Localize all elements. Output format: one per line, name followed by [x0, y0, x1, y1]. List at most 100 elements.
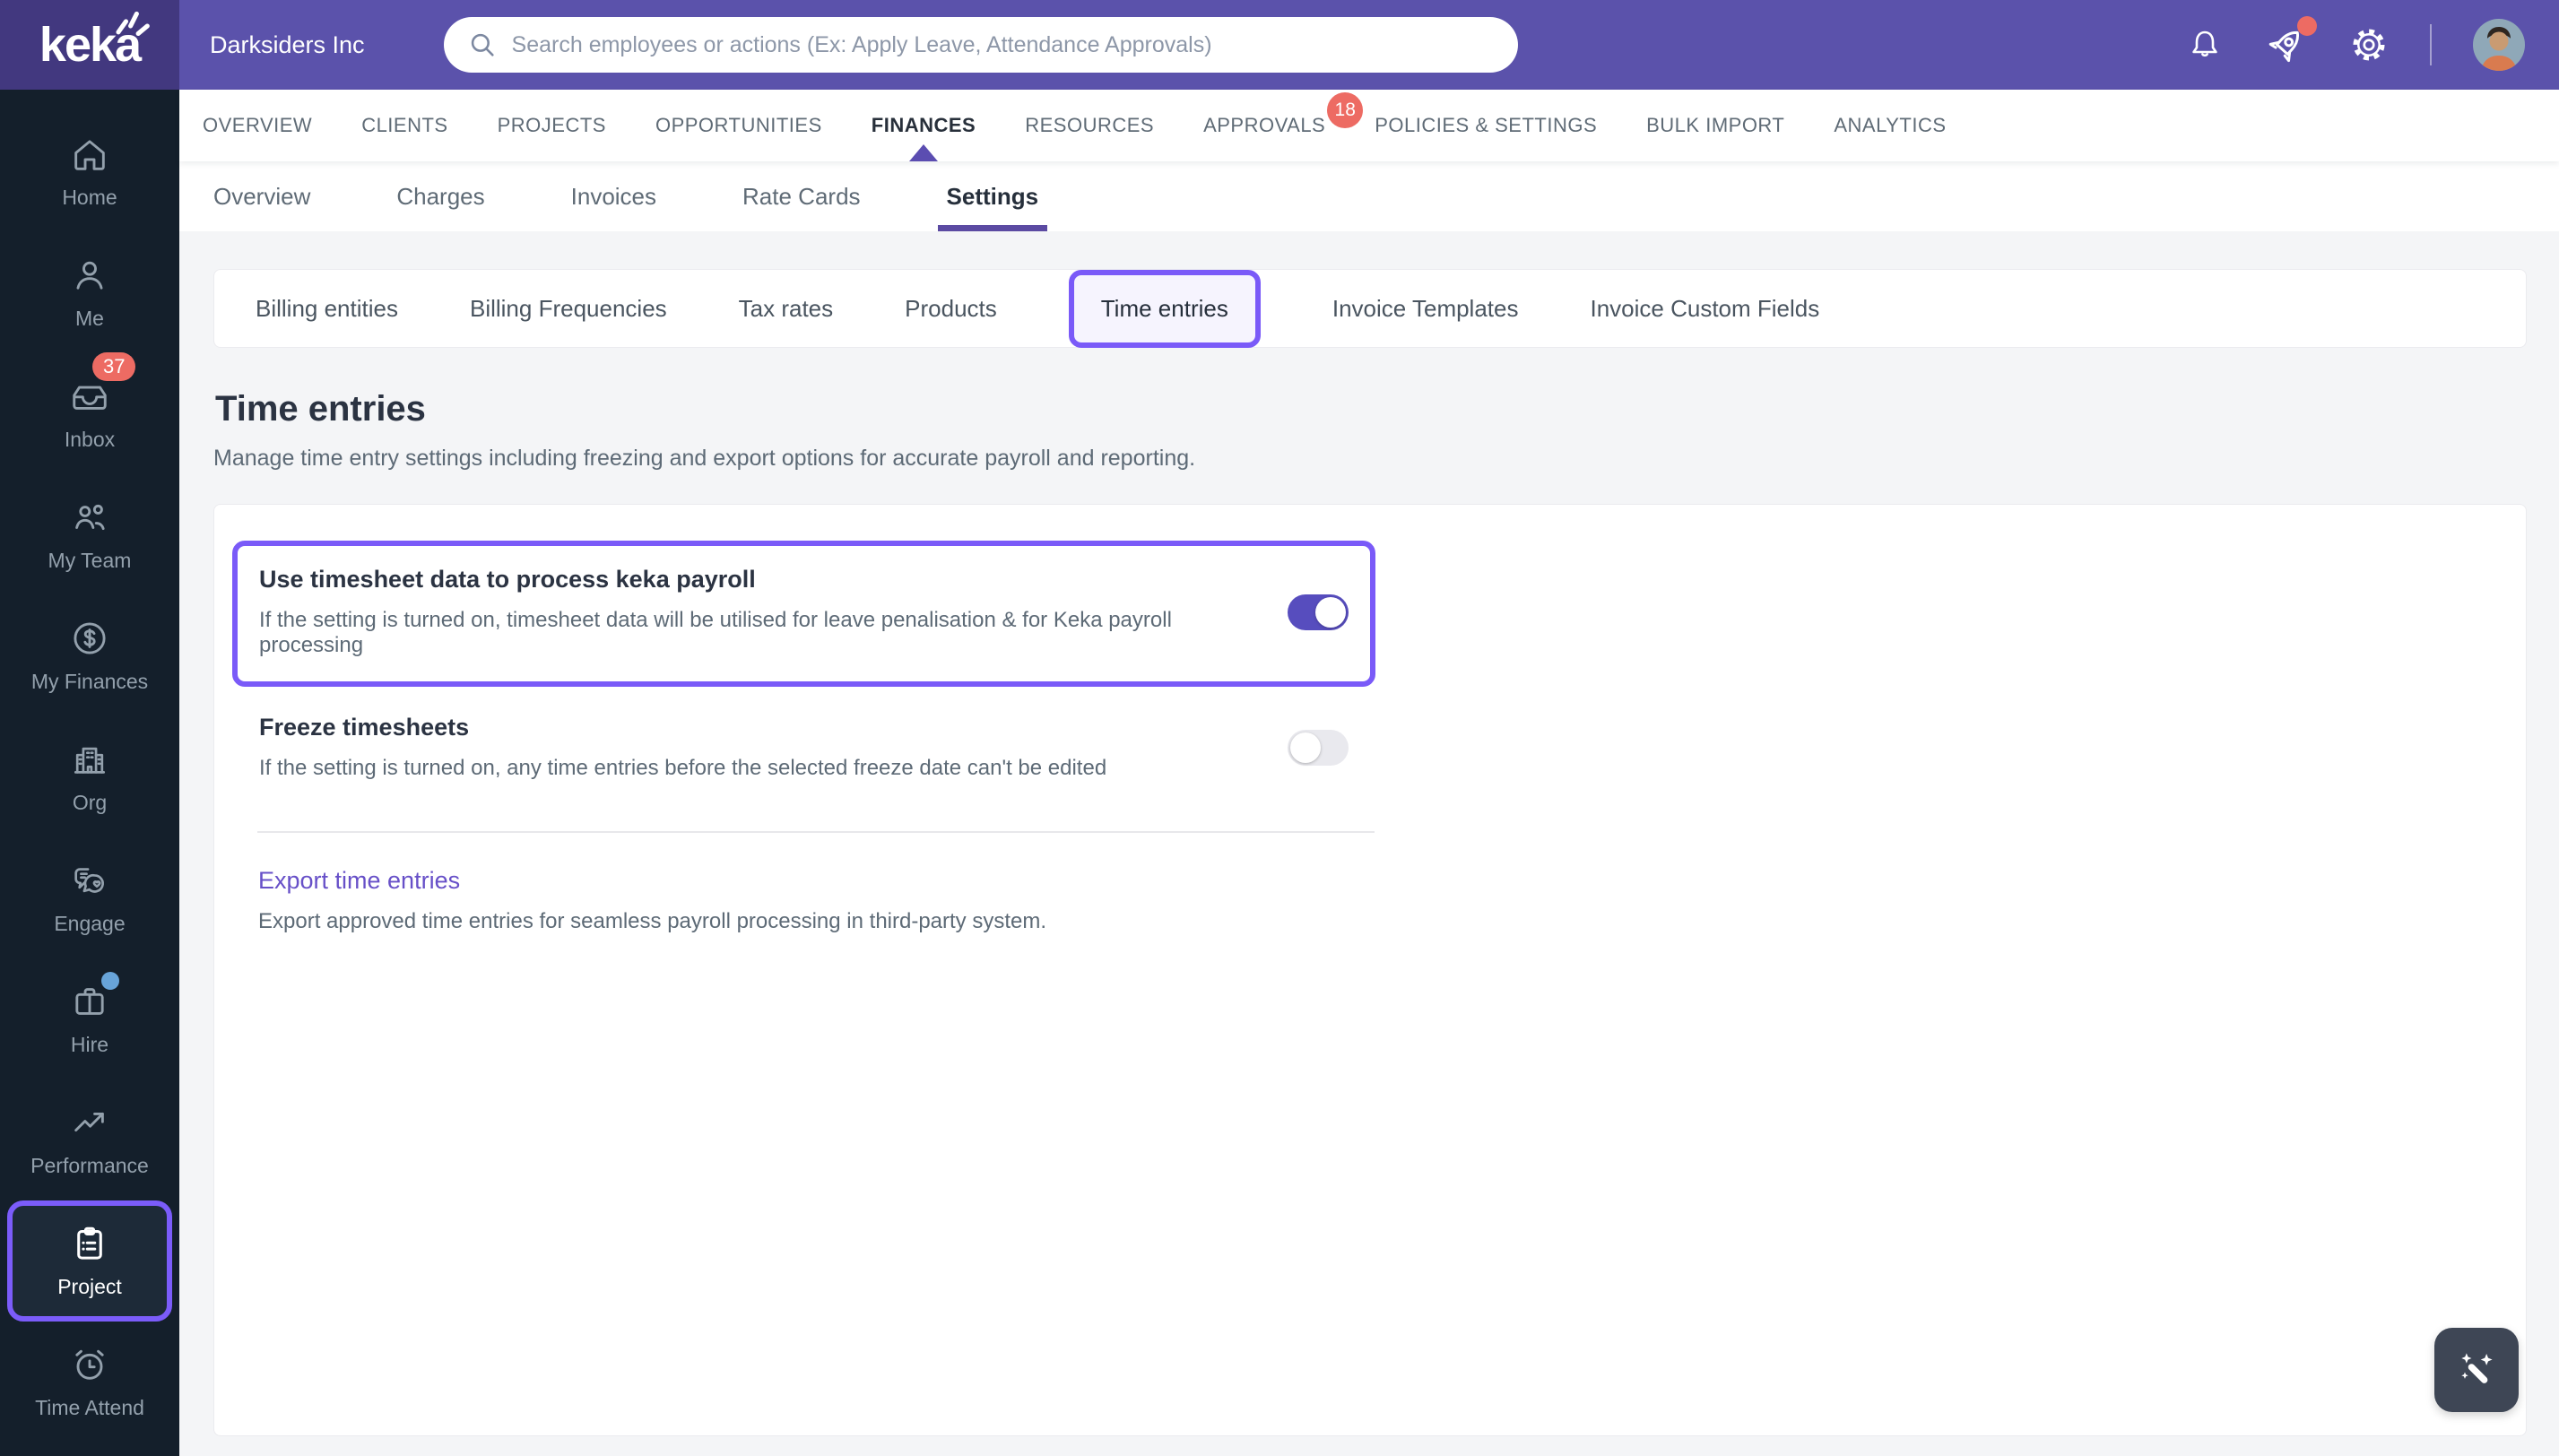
nav-projects[interactable]: PROJECTS	[498, 90, 606, 161]
tab-invoice-custom-fields[interactable]: Invoice Custom Fields	[1590, 295, 1819, 323]
subnav-invoices[interactable]: Invoices	[571, 161, 656, 231]
nav-overview[interactable]: OVERVIEW	[203, 90, 312, 161]
sidebar-nav: Home Me 37 Inbox My Team My Finances Org…	[0, 90, 179, 1456]
gear-icon	[2353, 29, 2385, 61]
use-timesheet-toggle[interactable]	[1288, 594, 1349, 630]
setting-text: Use timesheet data to process keka payro…	[259, 566, 1261, 658]
setting-use-timesheet-payroll: Use timesheet data to process keka payro…	[232, 541, 1375, 687]
nav-clients[interactable]: CLIENTS	[361, 90, 447, 161]
magic-wand-icon	[2461, 1353, 2493, 1383]
sidebar-item-label: Home	[62, 186, 117, 209]
main-column: Darksiders Inc Search employees or actio…	[179, 0, 2559, 1456]
nav-approvals[interactable]: APPROVALS 18	[1203, 90, 1364, 161]
sidebar-item-engage[interactable]: Engage	[0, 837, 179, 958]
nav-resources[interactable]: RESOURCES	[1025, 90, 1154, 161]
inbox-icon: 37	[69, 352, 136, 417]
home-icon	[69, 134, 110, 175]
time-entries-settings-card: Use timesheet data to process keka payro…	[213, 504, 2527, 1436]
sidebar-item-label: My Team	[48, 549, 132, 572]
rocket-alert-dot	[2297, 16, 2317, 36]
sidebar-item-label: Project	[57, 1275, 122, 1298]
engage-chat-icon	[69, 860, 110, 901]
tab-invoice-templates[interactable]: Invoice Templates	[1332, 295, 1519, 323]
nav-bulk-import[interactable]: BULK IMPORT	[1646, 90, 1784, 161]
content-area: Billing entities Billing Frequencies Tax…	[179, 231, 2559, 1456]
nav-analytics[interactable]: ANALYTICS	[1834, 90, 1946, 161]
tab-billing-entities[interactable]: Billing entities	[256, 295, 398, 323]
page-subtitle: Manage time entry settings including fre…	[213, 446, 1196, 471]
settings-tabs-bar: Billing entities Billing Frequencies Tax…	[213, 269, 2527, 348]
setting-description: If the setting is turned on, timesheet d…	[259, 608, 1172, 657]
nav-finances[interactable]: FINANCES	[872, 90, 976, 161]
subnav-charges[interactable]: Charges	[396, 161, 484, 231]
tab-tax-rates[interactable]: Tax rates	[739, 295, 834, 323]
sidebar-item-hire[interactable]: Hire	[0, 958, 179, 1079]
section-divider	[257, 831, 1375, 833]
sidebar-item-project[interactable]: Project	[7, 1200, 172, 1322]
subnav-overview[interactable]: Overview	[213, 161, 310, 231]
sidebar: keka Home Me 37 Inbox My Team My Finance…	[0, 0, 179, 1456]
building-icon	[69, 739, 110, 780]
keka-app-window: keka Home Me 37 Inbox My Team My Finance…	[0, 0, 2559, 1456]
person-icon	[69, 255, 110, 296]
sidebar-item-org[interactable]: Org	[0, 716, 179, 837]
sidebar-item-label: Inbox	[64, 428, 116, 451]
sidebar-item-label: My Finances	[30, 670, 149, 693]
dollar-circle-icon	[69, 618, 110, 659]
main-nav: OVERVIEW CLIENTS PROJECTS OPPORTUNITIES …	[179, 90, 2559, 161]
export-description: Export approved time entries for seamles…	[258, 909, 1047, 933]
finances-sub-nav: Overview Charges Invoices Rate Cards Set…	[179, 161, 2559, 231]
sidebar-item-me[interactable]: Me	[0, 232, 179, 353]
setting-freeze-timesheets: Freeze timesheets If the setting is turn…	[232, 687, 1375, 804]
logo-spark-icon	[116, 11, 150, 37]
whats-new-button[interactable]	[2265, 16, 2317, 66]
sidebar-item-performance[interactable]: Performance	[0, 1079, 179, 1200]
sidebar-item-my-finances[interactable]: My Finances	[0, 595, 179, 716]
approvals-count-badge: 18	[1327, 92, 1364, 128]
global-search[interactable]	[443, 17, 1518, 73]
search-input[interactable]	[511, 31, 1495, 58]
topbar-divider	[2430, 24, 2432, 65]
notifications-button[interactable]	[2186, 26, 2224, 64]
sidebar-item-label: Engage	[54, 912, 126, 935]
sidebar-item-label: Org	[72, 791, 108, 814]
settings-button[interactable]	[2349, 25, 2389, 65]
tab-products[interactable]: Products	[905, 295, 997, 323]
setting-title: Freeze timesheets	[259, 714, 470, 741]
sidebar-item-label: Performance	[30, 1154, 149, 1177]
nav-approvals-label: APPROVALS	[1203, 114, 1326, 136]
ai-assistant-button[interactable]	[2434, 1328, 2519, 1412]
sidebar-item-time-attend[interactable]: Time Attend	[0, 1322, 179, 1443]
clipboard-icon	[69, 1223, 110, 1264]
sidebar-item-label: Time Attend	[35, 1396, 144, 1419]
company-name: Darksiders Inc	[210, 30, 365, 58]
subnav-rate-cards[interactable]: Rate Cards	[742, 161, 861, 231]
avatar[interactable]	[2473, 19, 2525, 71]
page-title: Time entries	[215, 389, 426, 429]
keka-logo[interactable]: keka	[0, 0, 179, 90]
setting-description: If the setting is turned on, any time en…	[259, 756, 1107, 780]
briefcase-icon	[69, 972, 119, 1022]
setting-text: Freeze timesheets If the setting is turn…	[259, 714, 1106, 781]
hire-notification-dot	[101, 972, 119, 990]
nav-opportunities[interactable]: OPPORTUNITIES	[655, 90, 822, 161]
freeze-timesheets-toggle[interactable]	[1288, 729, 1349, 766]
alarm-clock-icon	[69, 1344, 110, 1385]
tab-billing-frequencies[interactable]: Billing Frequencies	[470, 295, 667, 323]
sidebar-item-label: Me	[75, 307, 104, 330]
bell-icon	[2192, 30, 2217, 57]
setting-title: Use timesheet data to process keka payro…	[259, 566, 756, 593]
inbox-count-badge: 37	[92, 352, 136, 381]
sidebar-item-inbox[interactable]: 37 Inbox	[0, 352, 179, 474]
sidebar-item-my-team[interactable]: My Team	[0, 474, 179, 595]
subnav-settings[interactable]: Settings	[937, 161, 1047, 231]
tab-time-entries[interactable]: Time entries	[1068, 269, 1261, 348]
export-time-entries-link[interactable]: Export time entries	[258, 867, 460, 895]
sidebar-item-home[interactable]: Home	[0, 111, 179, 232]
search-icon	[471, 33, 494, 56]
topbar: Darksiders Inc	[179, 0, 2559, 90]
team-icon	[69, 497, 110, 538]
sidebar-item-label: Hire	[70, 1033, 109, 1056]
topbar-icons	[2186, 16, 2525, 71]
nav-policies-settings[interactable]: POLICIES & SETTINGS	[1375, 90, 1597, 161]
